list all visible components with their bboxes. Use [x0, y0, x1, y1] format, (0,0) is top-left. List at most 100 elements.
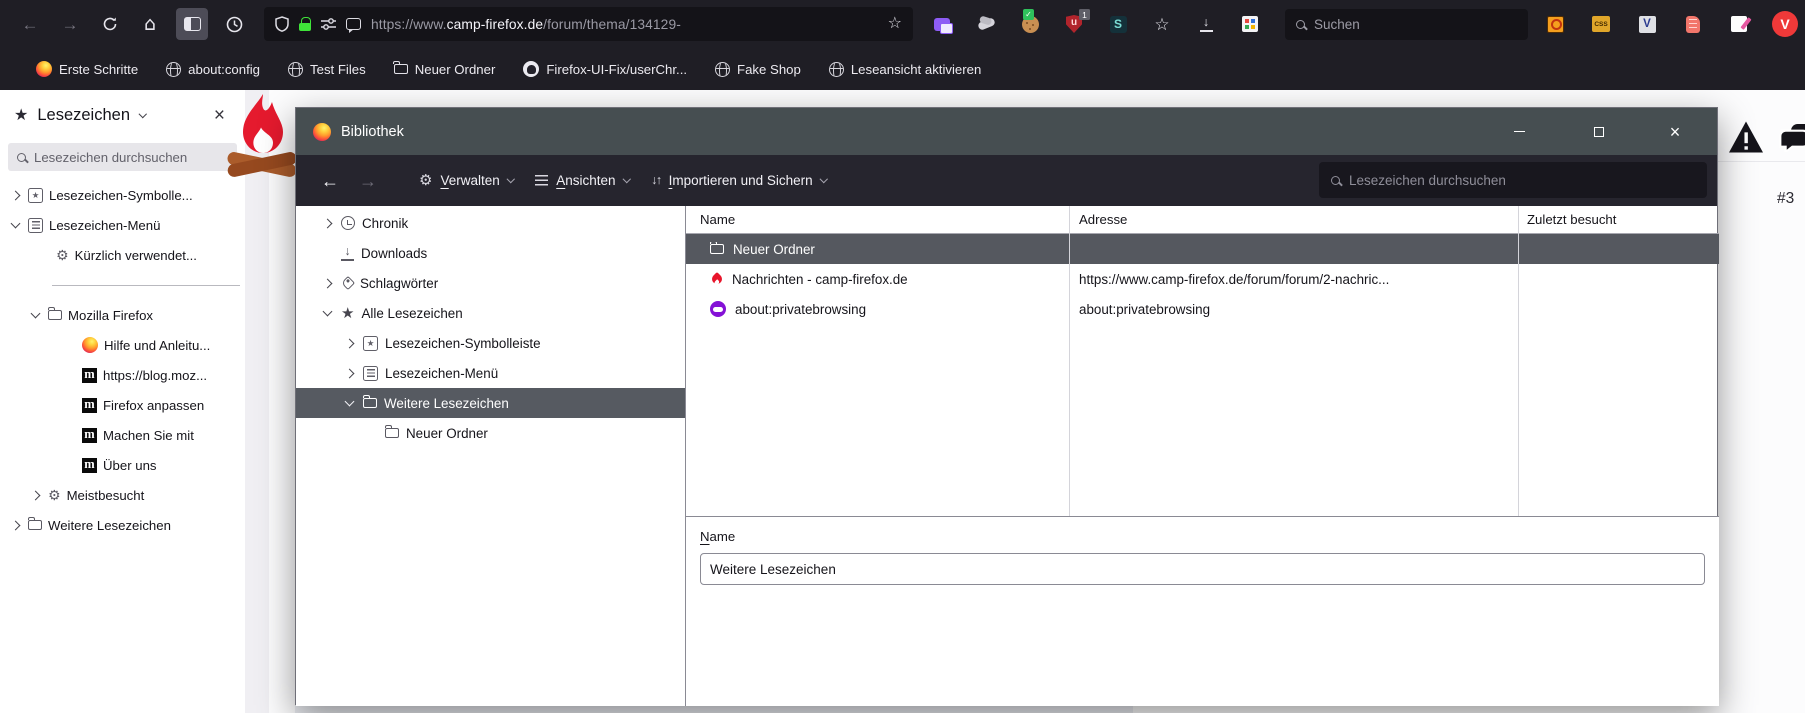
bookmark-item[interactable]: Firefox-UI-Fix/userChr...: [523, 61, 687, 77]
bookmark-item[interactable]: Test Files: [288, 62, 366, 77]
lock-icon[interactable]: [299, 17, 311, 31]
library-forward-button[interactable]: →: [359, 172, 377, 190]
permissions-icon[interactable]: [321, 18, 336, 30]
column-header-adresse[interactable]: Adresse: [1069, 212, 1518, 227]
warning-icon[interactable]: [1727, 120, 1765, 154]
sidebar-item-machen-sie-mit[interactable]: Machen Sie mit: [0, 420, 245, 450]
library-titlebar[interactable]: Bibliothek: [296, 108, 1717, 155]
sidebar-item-kuerzlich[interactable]: Kürzlich verwendet...: [0, 240, 245, 270]
sidebar-item-anpassen[interactable]: Firefox anpassen: [0, 390, 245, 420]
camp-firefox-favicon: [710, 272, 723, 286]
extension-vivaldi[interactable]: [1768, 8, 1802, 40]
tree-item-alle-lesezeichen[interactable]: Alle Lesezeichen: [296, 298, 685, 328]
globe-icon: [166, 62, 181, 77]
sidebar-search[interactable]: [8, 143, 237, 171]
chevron-down-icon[interactable]: [10, 219, 20, 229]
tree-label: https://blog.moz...: [103, 368, 207, 383]
chevron-right-icon[interactable]: [30, 490, 40, 500]
bookmark-item[interactable]: Fake Shop: [715, 62, 801, 77]
message-icon[interactable]: [346, 18, 361, 30]
column-divider[interactable]: [1069, 206, 1070, 516]
sidebar-search-input[interactable]: [34, 150, 224, 165]
chevron-right-icon[interactable]: [344, 368, 354, 378]
import-sichern-menu-button[interactable]: Importieren und Sichern: [651, 173, 826, 188]
chevron-down-icon[interactable]: [30, 309, 40, 319]
chevron-right-icon[interactable]: [10, 520, 20, 530]
chevron-down-icon[interactable]: [344, 397, 354, 407]
bookmark-item[interactable]: Erste Schritte: [36, 61, 138, 77]
verwalten-menu-button[interactable]: Verwalten: [419, 173, 513, 188]
chat-bubbles-icon[interactable]: [1779, 124, 1805, 152]
chevron-right-icon[interactable]: [10, 190, 20, 200]
bookmark-item[interactable]: Leseansicht aktivieren: [829, 62, 981, 77]
library-search-input[interactable]: [1349, 173, 1679, 188]
extension-speed-dial[interactable]: [1233, 8, 1267, 40]
list-row-nachrichten[interactable]: Nachrichten - camp-firefox.de https://ww…: [686, 264, 1719, 294]
list-row-privatebrowsing[interactable]: about:privatebrowsing about:privatebrows…: [686, 294, 1719, 324]
extension-userscript[interactable]: [1676, 8, 1710, 40]
bookmark-star-icon[interactable]: ☆: [888, 16, 902, 32]
search-input[interactable]: [1314, 17, 1484, 32]
history-button[interactable]: [218, 8, 250, 40]
column-header-name[interactable]: Name: [686, 212, 1069, 227]
close-button[interactable]: [1654, 108, 1696, 155]
chevron-down-icon[interactable]: [322, 307, 332, 317]
ansichten-menu-button[interactable]: Ansichten: [535, 173, 629, 188]
tree-item-downloads[interactable]: Downloads: [296, 238, 685, 268]
minimize-button[interactable]: [1498, 108, 1540, 155]
extension-cookie[interactable]: [1013, 8, 1047, 40]
sidebar-item-symbolleiste[interactable]: Lesezeichen-Symbolle...: [0, 180, 245, 210]
tree-label: Lesezeichen-Menü: [385, 366, 498, 381]
tracking-shield-icon[interactable]: [275, 16, 289, 32]
chevron-right-icon[interactable]: [322, 218, 332, 228]
extension-qwant[interactable]: [1538, 8, 1572, 40]
library-search[interactable]: [1319, 162, 1707, 198]
reload-button[interactable]: [94, 8, 126, 40]
sidebar-item-ueber-uns[interactable]: Über uns: [0, 450, 245, 480]
chevron-right-icon[interactable]: [344, 338, 354, 348]
extension-ublock[interactable]: 1: [1057, 8, 1091, 40]
tree-item-neuer-ordner[interactable]: Neuer Ordner: [296, 418, 685, 448]
maximize-button[interactable]: [1578, 108, 1620, 155]
extension-tab-groups[interactable]: [925, 8, 959, 40]
sidebar-toggle-button[interactable]: [176, 8, 208, 40]
extension-vimium[interactable]: [1630, 8, 1664, 40]
tree-item-menu[interactable]: Lesezeichen-Menü: [296, 358, 685, 388]
close-sidebar-button[interactable]: [214, 106, 225, 125]
list-row-neuer-ordner[interactable]: Neuer Ordner: [686, 234, 1719, 264]
library-back-button[interactable]: ←: [321, 172, 339, 190]
sidebar-item-weitere[interactable]: Weitere Lesezeichen: [0, 510, 245, 540]
chevron-right-icon[interactable]: [322, 278, 332, 288]
sidebar-item-blog[interactable]: https://blog.moz...: [0, 360, 245, 390]
downloads-button[interactable]: [1189, 8, 1223, 40]
extension-handshake[interactable]: [969, 8, 1003, 40]
tree-item-chronik[interactable]: Chronik: [296, 208, 685, 238]
home-button[interactable]: [134, 8, 166, 40]
browser-search-bar[interactable]: [1285, 9, 1528, 40]
extension-css[interactable]: [1584, 8, 1618, 40]
extension-stylus[interactable]: [1101, 8, 1135, 40]
bookmark-item[interactable]: about:config: [166, 62, 260, 77]
column-header-zuletzt[interactable]: Zuletzt besucht: [1518, 212, 1616, 227]
tree-label: Machen Sie mit: [103, 428, 194, 443]
bookmark-folder-item[interactable]: Neuer Ordner: [394, 62, 496, 77]
sidebar-item-menu[interactable]: Lesezeichen-Menü: [0, 210, 245, 240]
sidebar-item-mozilla-firefox[interactable]: Mozilla Firefox: [0, 300, 245, 330]
sidebar-item-hilfe[interactable]: Hilfe und Anleitu...: [0, 330, 245, 360]
download-icon: [341, 246, 354, 261]
gear-icon: [56, 248, 69, 263]
chevron-down-icon[interactable]: [139, 110, 147, 118]
column-divider[interactable]: [1518, 206, 1519, 516]
forward-button[interactable]: →: [54, 8, 86, 40]
globe-icon: [288, 62, 303, 77]
url-bar[interactable]: https://www.camp-firefox.de/forum/thema/…: [264, 7, 913, 41]
sidebar-item-meistbesucht[interactable]: Meistbesucht: [0, 480, 245, 510]
back-button[interactable]: ←: [14, 8, 46, 40]
folder-icon: [394, 64, 408, 75]
extension-star-plus[interactable]: [1145, 8, 1179, 40]
tree-item-schlagwoerter[interactable]: Schlagwörter: [296, 268, 685, 298]
extension-page-edit[interactable]: [1722, 8, 1756, 40]
tree-item-weitere-lesezeichen[interactable]: Weitere Lesezeichen: [296, 388, 685, 418]
tree-item-symbolleiste[interactable]: Lesezeichen-Symbolleiste: [296, 328, 685, 358]
name-field-input[interactable]: [700, 553, 1705, 585]
